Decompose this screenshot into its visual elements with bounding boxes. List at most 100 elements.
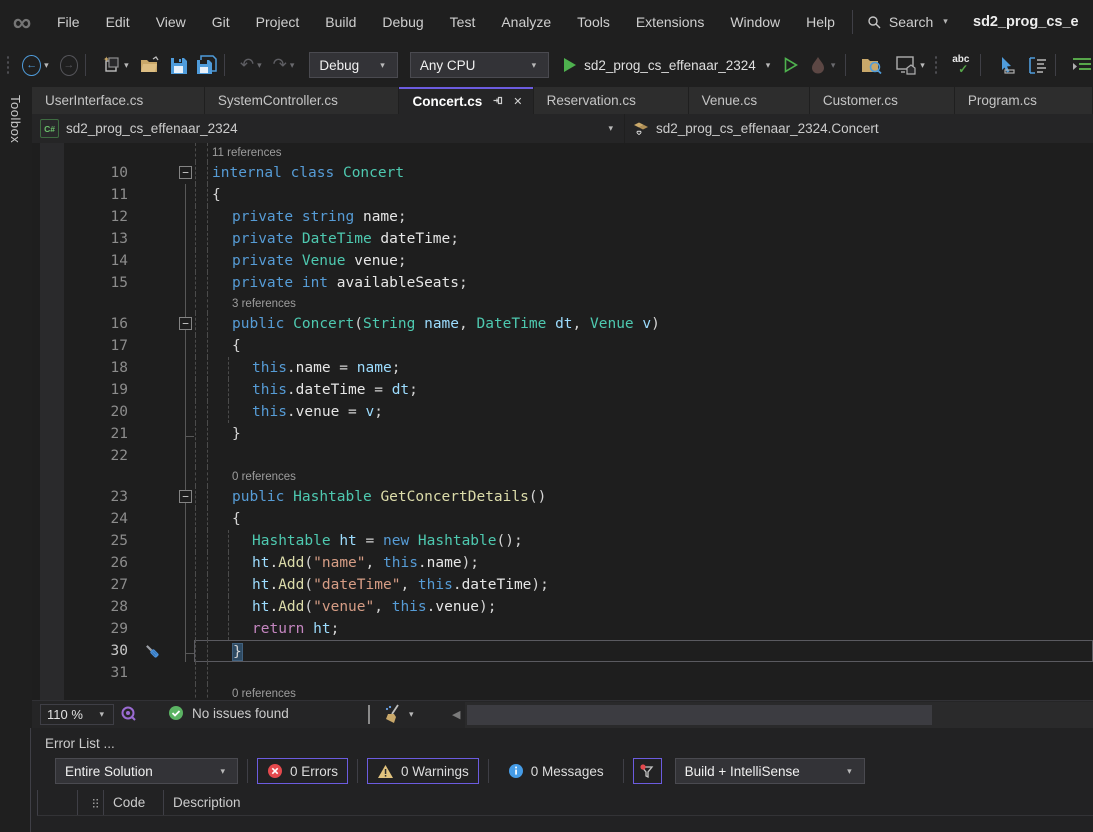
outlining-margin[interactable]: −	[164, 313, 194, 335]
glyph-margin[interactable]	[40, 574, 64, 596]
new-project-dropdown-icon[interactable]: ▾	[124, 60, 129, 71]
glyph-margin[interactable]	[40, 423, 64, 445]
code-line[interactable]: 29return ht;	[32, 618, 1093, 640]
glyph-margin[interactable]	[40, 206, 64, 228]
column-description[interactable]: Description	[164, 790, 1093, 815]
tab-venue-cs[interactable]: Venue.cs	[689, 87, 809, 114]
codelens-row[interactable]: 11 references	[32, 143, 1093, 162]
codelens-text[interactable]: 0 references	[194, 467, 1093, 486]
code-line[interactable]: 14private Venue venue;	[32, 250, 1093, 272]
outlining-margin[interactable]	[164, 552, 194, 574]
outlining-margin[interactable]	[164, 357, 194, 379]
solution-configuration-dropdown[interactable]: Debug ▾	[309, 52, 397, 78]
quick-actions-screwdriver-icon[interactable]	[140, 640, 164, 662]
hscroll-left-arrow[interactable]: ◀	[452, 708, 460, 721]
code-text[interactable]: ht.Add("name", this.name);	[194, 552, 1093, 574]
code-text[interactable]: public Hashtable GetConcertDetails()	[194, 486, 1093, 508]
preview-dropdown-icon[interactable]: ▾	[920, 60, 925, 71]
fold-collapse-box[interactable]: −	[179, 166, 192, 179]
tab-systemcontroller-cs[interactable]: SystemController.cs	[205, 87, 399, 114]
tab-customer-cs[interactable]: Customer.cs	[810, 87, 954, 114]
code-line[interactable]: 17{	[32, 335, 1093, 357]
code-line[interactable]: 19this.dateTime = dt;	[32, 379, 1093, 401]
glyph-margin[interactable]	[40, 335, 64, 357]
close-icon[interactable]: ✕	[513, 95, 522, 108]
tab-program-cs[interactable]: Program.cs	[955, 87, 1092, 114]
menu-item-debug[interactable]: Debug	[369, 14, 436, 30]
glyph-margin[interactable]	[40, 184, 64, 206]
outlining-margin[interactable]	[164, 530, 194, 552]
duplicate-lines-button[interactable]	[1026, 54, 1048, 76]
code-editor[interactable]: 11 references10−internal class Concert11…	[32, 143, 1093, 700]
outlining-margin[interactable]	[164, 401, 194, 423]
code-text[interactable]	[194, 445, 1093, 467]
codelens-row[interactable]: 0 references	[32, 684, 1093, 700]
glyph-margin[interactable]	[40, 684, 64, 700]
code-text[interactable]: ht.Add("venue", this.venue);	[194, 596, 1093, 618]
horizontal-scrollbar[interactable]	[465, 702, 1093, 728]
code-line[interactable]: 10−internal class Concert	[32, 162, 1093, 184]
outlining-margin[interactable]	[164, 294, 194, 313]
outlining-margin[interactable]	[164, 335, 194, 357]
outlining-margin[interactable]	[164, 184, 194, 206]
code-line[interactable]: 31	[32, 662, 1093, 684]
code-text[interactable]: ht.Add("dateTime", this.dateTime);	[194, 574, 1093, 596]
code-line[interactable]: 23−public Hashtable GetConcertDetails()	[32, 486, 1093, 508]
glyph-margin[interactable]	[40, 313, 64, 335]
menu-item-tools[interactable]: Tools	[564, 14, 623, 30]
outlining-margin[interactable]	[164, 662, 194, 684]
code-text[interactable]: {	[194, 335, 1093, 357]
code-text[interactable]: internal class Concert	[194, 162, 1093, 184]
glyph-margin[interactable]	[40, 294, 64, 313]
undo-dropdown-icon[interactable]: ▾	[257, 60, 262, 71]
column-code[interactable]: Code	[104, 790, 164, 815]
issue-source-dropdown[interactable]: Build + IntelliSense ▾	[675, 758, 865, 784]
code-text[interactable]: private DateTime dateTime;	[194, 228, 1093, 250]
menu-item-test[interactable]: Test	[437, 14, 489, 30]
horizontal-scrollbar-thumb[interactable]	[467, 705, 932, 725]
outlining-margin[interactable]	[164, 250, 194, 272]
tab-userinterface-cs[interactable]: UserInterface.cs	[32, 87, 204, 114]
outlining-margin[interactable]	[164, 379, 194, 401]
intellisense-status-icon[interactable]	[120, 705, 138, 726]
outlining-margin[interactable]	[164, 228, 194, 250]
open-file-button[interactable]	[140, 54, 161, 76]
navigate-back-button[interactable]: ←	[22, 55, 41, 76]
glyph-margin[interactable]	[40, 662, 64, 684]
menu-item-edit[interactable]: Edit	[93, 14, 143, 30]
outlining-margin[interactable]	[164, 684, 194, 700]
glyph-margin[interactable]	[40, 272, 64, 294]
outlining-margin[interactable]	[164, 508, 194, 530]
toolbox-tab[interactable]: Toolbox	[8, 95, 23, 143]
menu-item-build[interactable]: Build	[312, 14, 369, 30]
code-text[interactable]: private int availableSeats;	[194, 272, 1093, 294]
code-line[interactable]: 24{	[32, 508, 1093, 530]
navigate-back-dropdown-icon[interactable]: ▾	[44, 60, 49, 71]
code-line[interactable]: 27ht.Add("dateTime", this.dateTime);	[32, 574, 1093, 596]
outlining-margin[interactable]	[164, 596, 194, 618]
code-text[interactable]: }	[194, 640, 1093, 662]
code-text[interactable]: }	[194, 423, 1093, 445]
menu-item-analyze[interactable]: Analyze	[488, 14, 564, 30]
menu-item-project[interactable]: Project	[243, 14, 313, 30]
solution-platform-dropdown[interactable]: Any CPU ▾	[410, 52, 549, 78]
code-line[interactable]: 12private string name;	[32, 206, 1093, 228]
outlining-margin[interactable]: −	[164, 486, 194, 508]
glyph-margin[interactable]	[40, 379, 64, 401]
format-indent-button[interactable]	[1071, 54, 1093, 76]
menu-item-git[interactable]: Git	[199, 14, 243, 30]
preview-in-browser-button[interactable]	[896, 54, 917, 76]
code-line[interactable]: 18this.name = name;	[32, 357, 1093, 379]
column-severity[interactable]	[78, 790, 104, 815]
redo-button[interactable]: ↷	[273, 55, 287, 75]
menu-item-extensions[interactable]: Extensions	[623, 14, 717, 30]
search-control[interactable]: Search ▾	[867, 14, 948, 30]
scope-dropdown[interactable]: Entire Solution ▾	[55, 758, 238, 784]
glyph-margin[interactable]	[40, 401, 64, 423]
start-debugging-button[interactable]: sd2_prog_cs_effenaar_2324 ▾	[563, 57, 773, 73]
menu-item-view[interactable]: View	[143, 14, 199, 30]
code-text[interactable]: public Concert(String name, DateTime dt,…	[194, 313, 1093, 335]
outlining-margin[interactable]	[164, 206, 194, 228]
glyph-margin[interactable]	[40, 445, 64, 467]
menu-item-window[interactable]: Window	[717, 14, 793, 30]
